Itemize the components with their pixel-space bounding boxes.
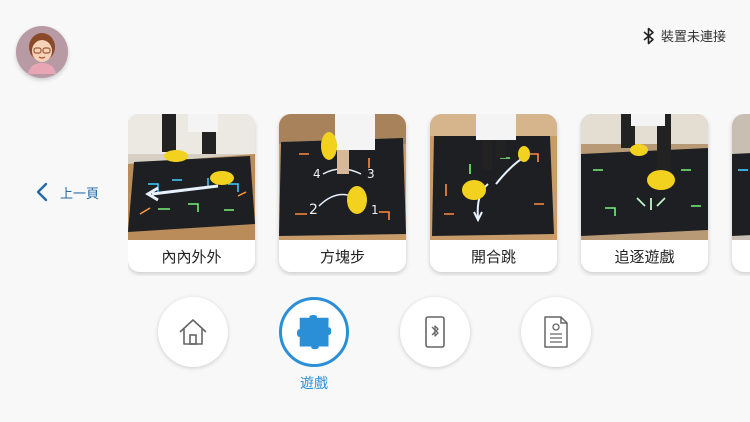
- bluetooth-status-text: 裝置未連接: [660, 30, 726, 45]
- game-photo-box-step: 4 3 2 1: [279, 114, 406, 240]
- svg-text:1: 1: [371, 203, 379, 217]
- game-photo-chase-game: [581, 114, 708, 240]
- games-carousel[interactable]: 內內外外 4 3 2 1 方塊步 開合跳 追逐遊戲: [128, 114, 750, 276]
- document-icon: [544, 316, 568, 348]
- game-photo-next: [732, 114, 750, 240]
- game-photo-jumping-jack: [430, 114, 557, 240]
- nav-games-label: 遊戲: [300, 376, 328, 392]
- svg-text:4: 4: [313, 167, 321, 181]
- game-card-jumping-jack[interactable]: 開合跳: [430, 114, 557, 272]
- grandma-avatar-icon: [28, 33, 56, 74]
- svg-text:3: 3: [367, 167, 375, 181]
- avatar[interactable]: [16, 26, 68, 78]
- game-label: 開合跳: [430, 240, 557, 272]
- svg-text:2: 2: [309, 202, 318, 218]
- back-button[interactable]: 上一頁: [36, 182, 99, 202]
- bluetooth-status[interactable]: 裝置未連接: [643, 26, 726, 45]
- nav-games-button[interactable]: [279, 297, 349, 367]
- chevron-left-icon: [36, 182, 48, 202]
- nav-home-button[interactable]: [158, 297, 228, 367]
- game-label: 方塊步: [279, 240, 406, 272]
- nav-records-button[interactable]: [521, 297, 591, 367]
- game-card-inner-outer[interactable]: 內內外外: [128, 114, 255, 272]
- game-photo-inner-outer: [128, 114, 255, 240]
- bluetooth-icon: [643, 27, 654, 44]
- game-card-box-step[interactable]: 4 3 2 1 方塊步: [279, 114, 406, 272]
- phone-bluetooth-icon: [425, 316, 445, 348]
- home-icon: [179, 319, 207, 345]
- back-button-label: 上一頁: [60, 186, 100, 202]
- puzzle-icon: [297, 315, 332, 350]
- nav-device-button[interactable]: [400, 297, 470, 367]
- game-label: 追逐遊戲: [581, 240, 708, 272]
- game-card-chase-game[interactable]: 追逐遊戲: [581, 114, 708, 272]
- game-card-next[interactable]: [732, 114, 750, 272]
- game-label: 內內外外: [128, 240, 255, 272]
